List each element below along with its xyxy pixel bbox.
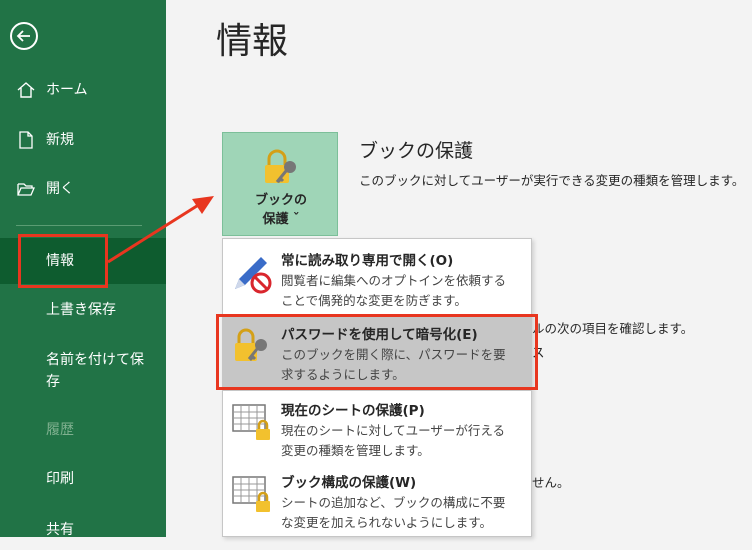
- protect-button-label: 保護 ˇ: [262, 212, 300, 227]
- sheet-lock-icon: [232, 404, 270, 440]
- sidebar-item-label: 新規: [46, 132, 74, 148]
- open-folder-icon: [17, 183, 35, 196]
- section-description: このブックに対してユーザーが実行できる変更の種類を管理します。: [359, 173, 745, 188]
- sidebar-item-save-as[interactable]: 名前を付けて保存: [0, 345, 166, 395]
- protect-workbook-button[interactable]: ブックの 保護 ˇ: [222, 132, 338, 236]
- lock-key-icon: [265, 149, 296, 184]
- sidebar-item-label: 上書き保存: [46, 302, 116, 318]
- menu-item-protect-current-sheet[interactable]: 現在のシートの保護(P) 現在のシートに対してユーザーが行える変更の種類を管理し…: [223, 393, 531, 467]
- pencil-no-icon: [235, 257, 272, 294]
- annotation-highlight-info: [18, 234, 108, 288]
- sidebar-divider: [16, 225, 142, 226]
- sidebar-item-history: 履歴: [0, 410, 166, 450]
- sidebar-item-label: 印刷: [46, 471, 74, 487]
- sidebar-item-label: 共有: [46, 522, 74, 538]
- back-button[interactable]: [10, 22, 38, 50]
- sidebar-item-label: 開く: [46, 181, 74, 197]
- menu-item-description: シートの追加など、ブックの構成に不要な変更を加えられないようにします。: [281, 495, 506, 530]
- menu-item-description: 閲覧者に編集へのオプトインを依頼することで偶発的な変更を防ぎます。: [281, 273, 507, 308]
- section-title: ブックの保護: [359, 140, 474, 162]
- sidebar-item-label: 名前を付けて保存: [46, 352, 144, 390]
- back-arrow-icon: [16, 30, 30, 42]
- menu-item-title: 現在のシートの保護(P): [281, 403, 425, 419]
- protect-button-label: ブックの: [254, 193, 307, 208]
- sidebar-item-open[interactable]: 開く: [0, 169, 166, 209]
- sidebar-item-share[interactable]: 共有: [0, 510, 166, 550]
- menu-item-title: ブック構成の保護(W): [281, 475, 417, 491]
- sidebar-item-print[interactable]: 印刷: [0, 459, 166, 499]
- background-text: ルの次の項目を確認します。: [532, 321, 694, 336]
- sidebar-item-save[interactable]: 上書き保存: [0, 290, 166, 330]
- workbook-lock-icon: [232, 476, 270, 512]
- background-text: せん。: [532, 475, 570, 490]
- new-document-icon: [19, 131, 33, 149]
- menu-item-always-open-read-only[interactable]: 常に読み取り専用で開く(O) 閲覧者に編集へのオプトインを依頼することで偶発的な…: [223, 243, 531, 317]
- annotation-highlight-encrypt: [216, 314, 538, 390]
- menu-item-protect-workbook-structure[interactable]: ブック構成の保護(W) シートの追加など、ブックの構成に不要な変更を加えられない…: [223, 465, 531, 539]
- sidebar-item-new[interactable]: 新規: [0, 120, 166, 160]
- page-title: 情報: [216, 21, 289, 62]
- sidebar-item-label: ホーム: [46, 82, 88, 98]
- home-icon: [17, 82, 35, 98]
- menu-item-description: 現在のシートに対してユーザーが行える変更の種類を管理します。: [281, 423, 506, 458]
- sidebar-item-label: 履歴: [46, 422, 74, 438]
- menu-item-title: 常に読み取り専用で開く(O): [281, 253, 454, 269]
- sidebar-item-home[interactable]: ホーム: [0, 70, 166, 110]
